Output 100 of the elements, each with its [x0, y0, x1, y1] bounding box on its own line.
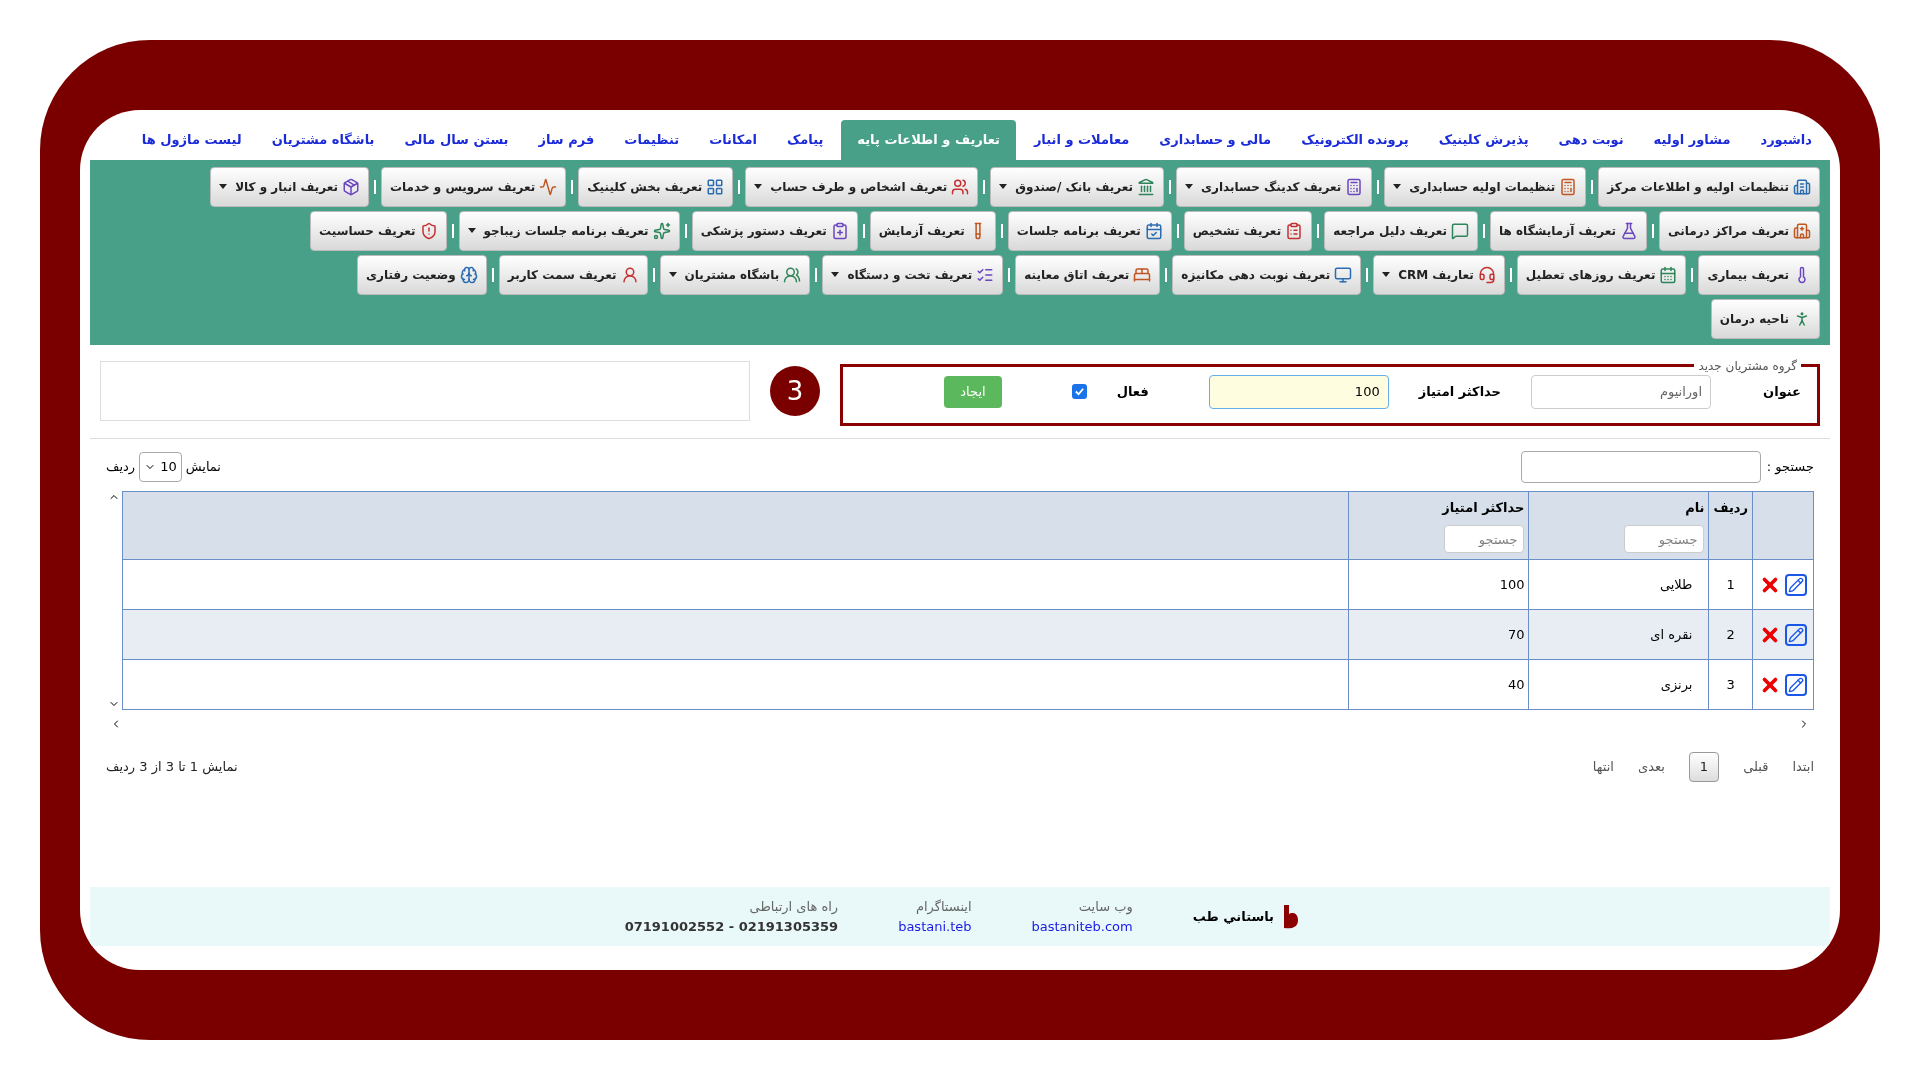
- toolbar-icon: [1136, 177, 1155, 196]
- toolbar-icon: [1133, 265, 1152, 284]
- nav-tab[interactable]: پرونده الکترونیک: [1289, 120, 1421, 160]
- toolbar-icon: [419, 221, 438, 240]
- checkbox[interactable]: [1071, 384, 1087, 399]
- brand-name: باستاني طب: [1192, 907, 1274, 926]
- toolbar-icon: [459, 265, 478, 284]
- pagination-info: نمایش 1 تا 3 از 3 ردیف: [106, 758, 238, 777]
- toolbar-icon: [830, 221, 849, 240]
- field-label: عنوان: [1762, 382, 1801, 401]
- page-number-button[interactable]: 1: [1688, 752, 1720, 782]
- form-legend: گروه مشتریان جدید: [1694, 356, 1801, 375]
- toolbar-button[interactable]: تعریف سمت کاربر: [498, 254, 648, 295]
- website-link[interactable]: bastaniteb.com: [1031, 916, 1133, 936]
- toolbar-button[interactable]: باشگاه مشتریان: [659, 254, 811, 295]
- column-header: حداکثر امتیاز: [1440, 498, 1525, 517]
- toolbar-button[interactable]: تعریف بانک /صندوق: [990, 166, 1164, 207]
- caret-icon: [668, 272, 677, 277]
- nav-tab[interactable]: بستن سال مالی: [392, 120, 521, 160]
- toolbar-button[interactable]: تنظیمات اولیه و اطلاعات مرکز: [1598, 166, 1820, 207]
- column-header: نام: [1684, 498, 1705, 517]
- toolbar-button[interactable]: تعریف انبار و کالا: [210, 166, 369, 207]
- check-icon: [1073, 386, 1085, 397]
- toolbar-button[interactable]: تعریف تشخیص: [1183, 210, 1313, 251]
- toolbar-icon: [1345, 177, 1364, 196]
- toolbar-button[interactable]: تنظیمات اولیه حسابداری: [1384, 166, 1587, 207]
- nav-tab[interactable]: تنظیمات: [612, 120, 692, 160]
- caret-icon: [1382, 272, 1391, 277]
- toolbar-button[interactable]: تعریف اشخاص و طرف حساب: [745, 166, 979, 207]
- toolbar-button[interactable]: ناحیه درمان: [1710, 298, 1820, 339]
- toolbar-button[interactable]: تعریف بخش کلینیک: [578, 166, 734, 207]
- instagram-link[interactable]: bastani.teb: [898, 916, 972, 936]
- toolbar-button[interactable]: تعاریف CRM: [1373, 254, 1505, 295]
- pagination-link[interactable]: انتها: [1592, 757, 1614, 777]
- filter-field[interactable]: جستجو: [1624, 525, 1705, 553]
- toolbar-button[interactable]: وضعیت رفتاری: [357, 254, 487, 295]
- caret-icon: [831, 272, 840, 277]
- nav-tab[interactable]: مشاور اولیه: [1641, 120, 1743, 160]
- toolbar-icon: [1477, 265, 1496, 284]
- toolbar-button[interactable]: تعریف روزهای تعطیل: [1516, 254, 1687, 295]
- toolbar-icon: [951, 177, 970, 196]
- field-label: فعال: [1116, 382, 1149, 401]
- nav-tab[interactable]: مالی و حسابداری: [1147, 120, 1284, 160]
- caret-icon: [219, 184, 228, 189]
- toolbar-icon: [1559, 177, 1578, 196]
- toolbar-button[interactable]: تعریف حساسیت: [310, 210, 447, 251]
- table-cell: 1: [1708, 559, 1753, 610]
- input-field[interactable]: 100: [1208, 374, 1389, 409]
- toolbar-icon: [539, 177, 558, 196]
- nav-tab[interactable]: نوبت دهی: [1546, 120, 1636, 160]
- show-label: نمایش: [185, 457, 221, 477]
- toolbar-button[interactable]: تعریف دستور پزشکی: [691, 210, 858, 251]
- column-header: ردیف: [1708, 491, 1753, 560]
- edit-icon[interactable]: [1785, 623, 1807, 646]
- footer-label: اینستاگرام: [914, 898, 972, 917]
- toolbar-button[interactable]: تعریف مراکز درمانی: [1659, 210, 1820, 251]
- nav-tab[interactable]: فرم ساز: [526, 120, 607, 160]
- nav-tab[interactable]: باشگاه مشتریان: [259, 120, 387, 160]
- table-cell: 3: [1708, 659, 1753, 710]
- toolbar-button[interactable]: تعریف سرویس و خدمات: [381, 166, 567, 207]
- nav-tab[interactable]: داشبورد: [1748, 120, 1824, 160]
- toolbar-icon: [342, 177, 360, 196]
- edit-icon[interactable]: [1785, 573, 1807, 596]
- pagination-link[interactable]: قبلی: [1743, 757, 1769, 777]
- nav-tab[interactable]: پذیرش کلینیک: [1426, 120, 1541, 160]
- table-cell: برنزی: [1528, 659, 1709, 710]
- page-size-select[interactable]: 10: [139, 451, 182, 482]
- toolbar-button[interactable]: تعریف بیماری: [1698, 254, 1820, 295]
- nav-tab[interactable]: پیامک: [774, 120, 836, 160]
- table-cell: نقره ای: [1528, 609, 1709, 660]
- toolbar-button[interactable]: تعریف تخت و دستگاه: [822, 254, 1004, 295]
- toolbar-icon: [783, 265, 802, 284]
- table-cell: 100: [1348, 559, 1529, 610]
- nav-tab[interactable]: لیست ماژول ها: [129, 120, 254, 160]
- toolbar-button[interactable]: تعریف دلیل مراجعه: [1324, 210, 1479, 251]
- toolbar-icon: [1334, 265, 1353, 284]
- toolbar-button[interactable]: تعریف کدینگ حسابداری: [1175, 166, 1373, 207]
- search-field[interactable]: [1520, 450, 1761, 483]
- input-field[interactable]: اورانیوم: [1531, 374, 1711, 409]
- nav-tab[interactable]: معاملات و انبار: [1021, 120, 1142, 160]
- toolbar-button[interactable]: تعریف نوبت دهی مکانیزه: [1172, 254, 1362, 295]
- toolbar-icon: [1285, 221, 1304, 240]
- toolbar-icon: [652, 221, 671, 240]
- toolbar-button[interactable]: تعریف آزمایشگاه ها: [1490, 210, 1647, 251]
- toolbar-button[interactable]: تعریف برنامه جلسات: [1007, 210, 1172, 251]
- nav-tab[interactable]: امکانات: [697, 120, 769, 160]
- toolbar-icon: [706, 177, 725, 196]
- pagination-link[interactable]: ابتدا: [1792, 757, 1814, 777]
- toolbar-button[interactable]: تعریف اتاق معاینه: [1015, 254, 1161, 295]
- search-label: جستجو :: [1766, 457, 1814, 477]
- pagination-link[interactable]: بعدی: [1637, 757, 1665, 777]
- toolbar-button[interactable]: تعریف برنامه جلسات زیباجو: [458, 210, 680, 251]
- table-cell: 40: [1348, 659, 1529, 710]
- caret-icon: [467, 228, 476, 233]
- filter-field[interactable]: جستجو: [1444, 525, 1525, 553]
- phone-numbers: 07191002552 - 02191305359: [624, 917, 839, 936]
- toolbar-button[interactable]: تعریف آزمایش: [869, 210, 996, 251]
- edit-icon[interactable]: [1785, 673, 1807, 696]
- table-cell: 70: [1348, 609, 1529, 660]
- table-cell: طلایی: [1528, 559, 1709, 610]
